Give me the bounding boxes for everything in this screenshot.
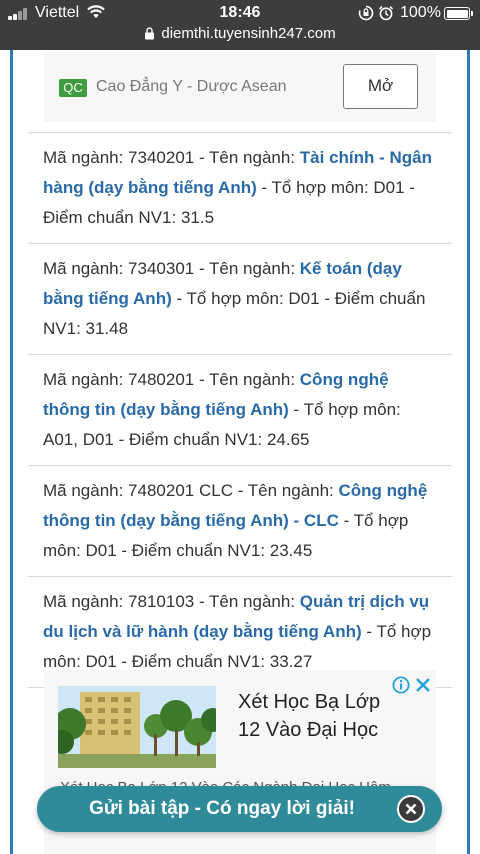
frame-border-left: [10, 50, 13, 854]
rotation-lock-icon: [358, 5, 374, 21]
top-advertisement[interactable]: QC Cao Đẳng Y - Dược Asean Mở: [44, 52, 436, 122]
battery-cap: [471, 11, 473, 16]
ad-image[interactable]: [58, 686, 216, 768]
major-code-label: Mã ngành: 7810103 - Tên ngành:: [43, 592, 300, 611]
battery-level-fill: [446, 9, 468, 18]
frame-border-right: [467, 50, 470, 854]
battery-percentage: 100%: [400, 4, 441, 21]
major-code-label: Mã ngành: 7340201 - Tên ngành:: [43, 148, 300, 167]
major-list: Mã ngành: 7340201 - Tên ngành: Tài chính…: [28, 132, 452, 688]
ad-text[interactable]: Cao Đẳng Y - Dược Asean: [96, 78, 287, 96]
ad-badge: QC: [59, 79, 87, 97]
major-entry: Mã ngành: 7340201 - Tên ngành: Tài chính…: [28, 133, 452, 244]
major-code-label: Mã ngành: 7340301 - Tên ngành:: [43, 259, 300, 278]
alarm-icon: [378, 6, 394, 21]
lock-icon: [145, 27, 155, 40]
major-entry: Mã ngành: 7480201 - Tên ngành: Công nghệ…: [28, 355, 452, 466]
major-code-label: Mã ngành: 7480201 CLC - Tên ngành:: [43, 481, 339, 500]
status-and-url-bar: Viettel 18:46 100% diemthi.tuyensinh247.…: [0, 0, 480, 50]
battery-icon: [444, 7, 470, 20]
major-code-label: Mã ngành: 7480201 - Tên ngành:: [43, 370, 300, 389]
homework-help-banner[interactable]: Gửi bài tập - Có ngay lời giải!: [37, 786, 442, 832]
ad-close-icon[interactable]: [414, 676, 432, 694]
banner-text[interactable]: Gửi bài tập - Có ngay lời giải!: [37, 786, 407, 832]
campus-building-image: [58, 686, 216, 768]
open-button[interactable]: Mở: [343, 64, 418, 109]
close-icon[interactable]: [397, 795, 425, 823]
major-entry: Mã ngành: 7340301 - Tên ngành: Kế toán (…: [28, 244, 452, 355]
ad-title[interactable]: Xét Học Bạ Lớp 12 Vào Đại Học: [238, 688, 398, 744]
page-content: QC Cao Đẳng Y - Dược Asean Mở Mã ngành: …: [0, 50, 480, 854]
url-text: diemthi.tuyensinh247.com: [161, 25, 336, 42]
major-entry: Mã ngành: 7480201 CLC - Tên ngành: Công …: [28, 466, 452, 577]
info-icon[interactable]: [392, 676, 410, 694]
address-bar[interactable]: diemthi.tuyensinh247.com: [0, 25, 480, 45]
status-bar: Viettel 18:46 100%: [0, 0, 480, 26]
